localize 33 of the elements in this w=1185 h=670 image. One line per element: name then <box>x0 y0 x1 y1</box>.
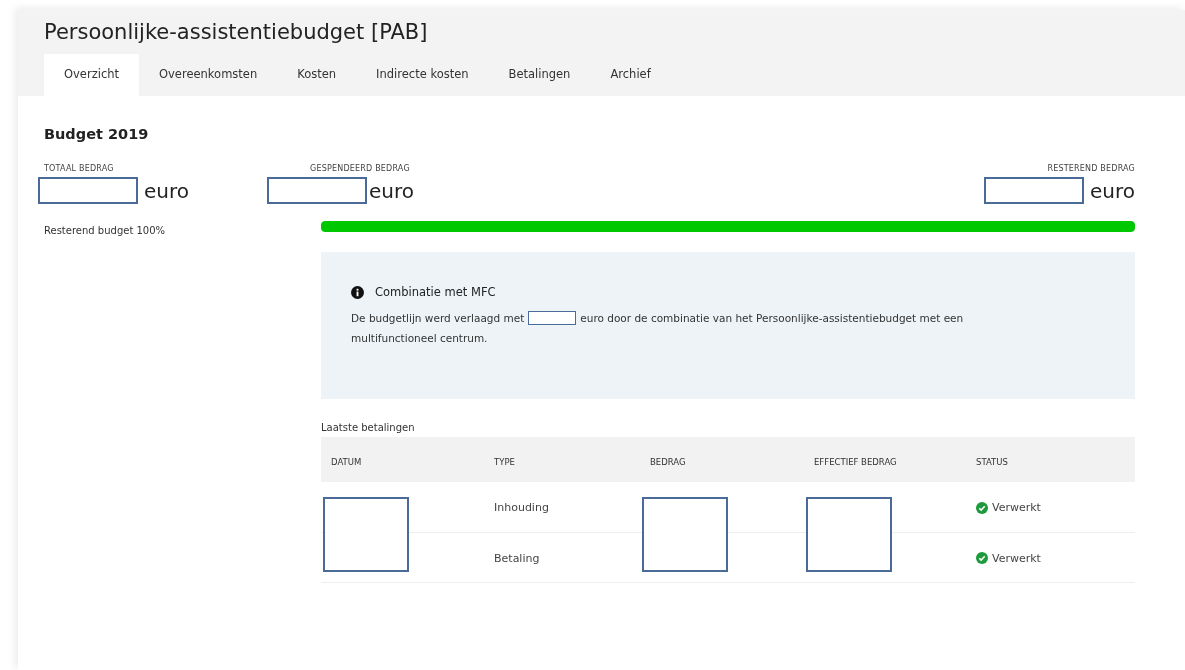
tab[interactable]: Overeenkomsten <box>139 54 278 96</box>
tab[interactable]: Kosten <box>277 54 357 96</box>
remaining-budget-label: Resterend budget 100% <box>44 224 167 238</box>
currency-unit: euro <box>1090 178 1135 203</box>
amount-label: TOTAAL BEDRAG <box>43 164 115 173</box>
check-circle-icon <box>976 501 988 514</box>
table-cell-text: Inhouding <box>493 501 550 514</box>
amount-label: RESTEREND BEDRAG <box>1047 164 1135 173</box>
table-caption: Laatste betalingen <box>321 422 416 433</box>
status-text: Verwerkt <box>992 501 1041 514</box>
tab[interactable]: Overzicht <box>44 54 139 96</box>
notice-text: De budgetlijn werd verlaagd met <box>351 311 525 326</box>
status-text: Verwerkt <box>992 551 1041 565</box>
tab[interactable]: Indirecte kosten <box>356 54 489 96</box>
column-header: EFFECTIEF BEDRAG <box>804 437 966 482</box>
column-header: STATUS <box>966 437 1135 482</box>
notice-title: Combinatie met MFC <box>375 285 496 299</box>
notice-text: euro door de combinatie van het Persoonlijke-assistentiebudget met een <box>580 311 964 326</box>
column-header: DATUM <box>321 437 484 482</box>
section-heading: Budget 2019 <box>44 126 150 142</box>
tab[interactable]: Archief <box>590 54 671 96</box>
column-header: BEDRAG <box>640 437 804 482</box>
notice-text: multifunctioneel centrum. <box>351 331 488 346</box>
redaction-box <box>528 311 577 325</box>
column-header: TYPE <box>484 437 640 482</box>
currency-unit: euro <box>369 178 414 203</box>
amount-label: GESPENDEERD BEDRAG <box>309 164 411 173</box>
info-icon <box>351 285 364 299</box>
currency-unit: euro <box>144 178 189 203</box>
check-circle-icon <box>976 552 988 564</box>
tab[interactable]: Betalingen <box>488 54 591 96</box>
table-cell-text: Betaling <box>493 551 541 565</box>
page-title: Persoonlijke-assistentiebudget [PAB] <box>44 19 429 46</box>
